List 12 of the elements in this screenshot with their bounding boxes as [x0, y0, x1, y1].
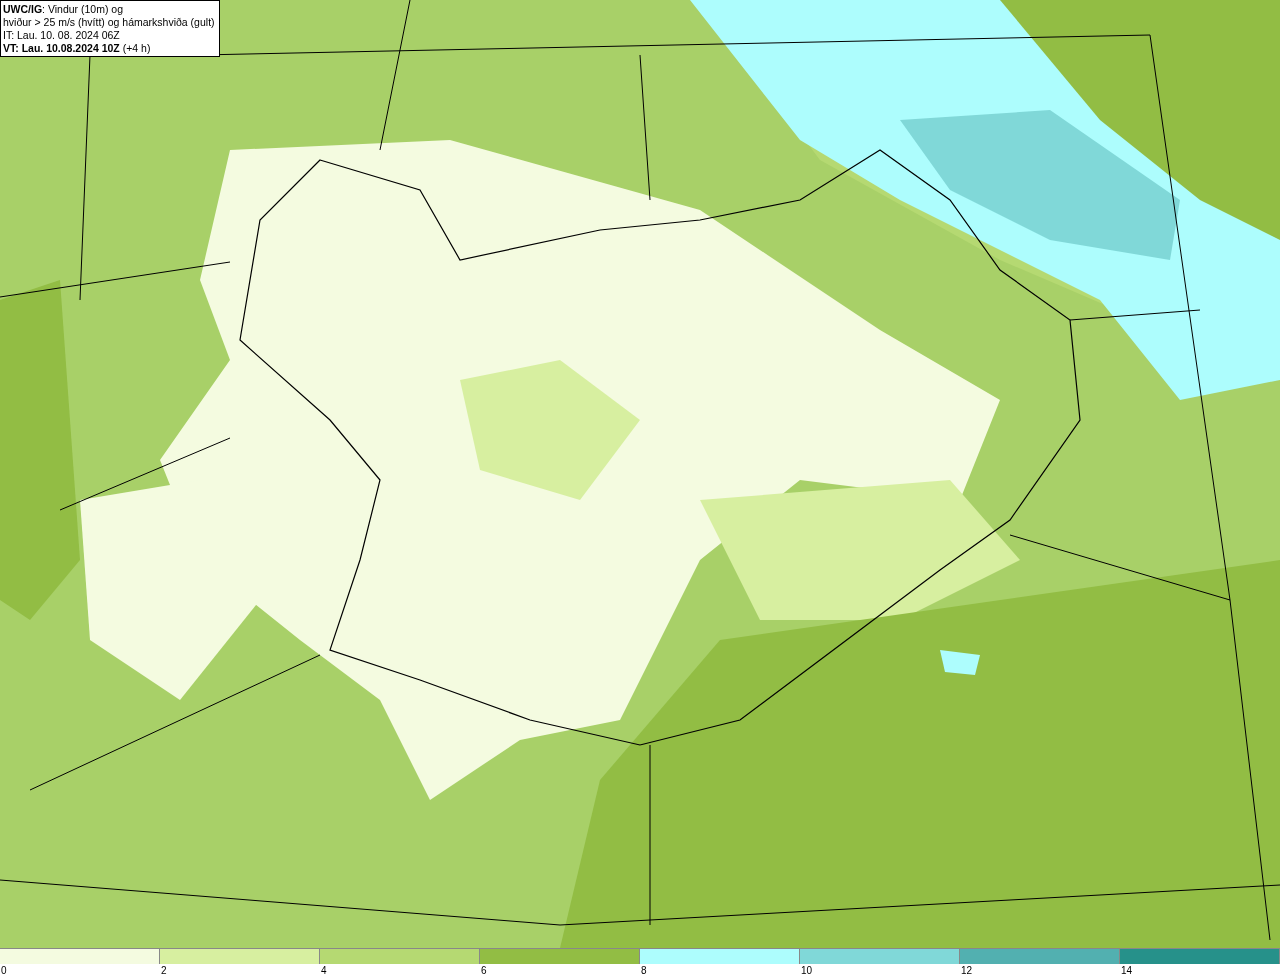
scale-label: 2 [161, 965, 167, 976]
scale-label: 10 [801, 965, 813, 976]
info-text: UWC/IG: Vindur (10m) og [3, 3, 124, 16]
info-text: hviður > 25 m/s (hvítt) og hámarkshviða (gult) [3, 16, 215, 29]
scale-label: 4 [321, 965, 327, 976]
info-text: VT: Lau. 10.08.2024 10Z (+4 h) [3, 42, 152, 55]
scale-label: 12 [961, 965, 973, 976]
info-text: IT: Lau. 10. 08. 2024 06Z [3, 29, 121, 42]
scale-label: 6 [481, 965, 487, 976]
scale-label: 14 [1121, 965, 1133, 976]
scale-label: 8 [641, 965, 647, 976]
scale-label: 0 [1, 965, 7, 976]
